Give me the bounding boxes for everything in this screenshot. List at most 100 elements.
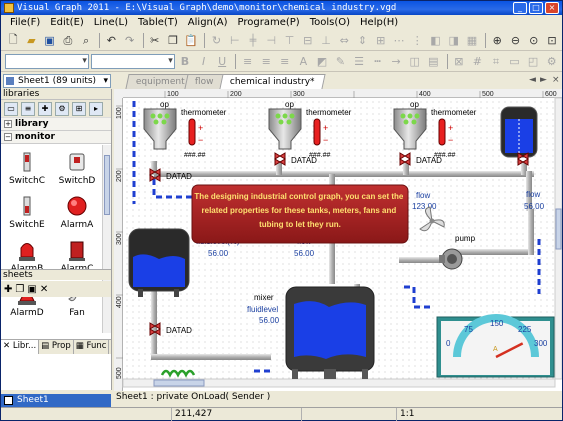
copy-icon[interactable]: ❐ — [165, 32, 181, 49]
tab-close-icon[interactable]: × — [552, 75, 560, 85]
save-icon[interactable]: ▣ — [42, 32, 58, 49]
align-left-icon[interactable]: ⊢ — [227, 32, 243, 49]
info-callout[interactable]: The designing industrial control graph, … — [191, 184, 409, 244]
menu-align[interactable]: Align(A) — [183, 15, 233, 31]
layer-icon[interactable]: ◰ — [525, 53, 542, 70]
tab-next-icon[interactable]: ► — [540, 75, 547, 85]
tab-chemical-industry[interactable]: chemical industry* — [219, 74, 326, 89]
print-icon[interactable]: ⎙ — [60, 32, 76, 49]
add-sheet-icon[interactable]: ✚ — [4, 284, 12, 295]
send-back-icon[interactable]: ◨ — [446, 32, 462, 49]
category-library[interactable]: + library — [1, 118, 111, 131]
align-bottom-icon[interactable]: ⊥ — [318, 32, 334, 49]
menu-file[interactable]: File(F) — [5, 15, 45, 31]
text-align-left-icon[interactable]: ≡ — [239, 53, 256, 70]
italic-icon[interactable]: I — [195, 53, 212, 70]
title-bar[interactable]: Visual Graph 2011 - E:\Visual Graph\demo… — [1, 1, 562, 15]
arrow-style-icon[interactable]: → — [388, 53, 405, 70]
underline-icon[interactable]: U — [214, 53, 231, 70]
canvas-hscroll-thumb[interactable] — [153, 379, 205, 387]
line-style-icon[interactable]: ┅ — [369, 53, 386, 70]
library-tree-icon[interactable]: ⊞ — [72, 101, 86, 116]
thermometer-3[interactable] — [438, 118, 446, 146]
lib-item-switchd[interactable]: SwitchD — [53, 151, 101, 193]
text-color-icon[interactable]: A — [295, 53, 312, 70]
font-size-combo[interactable] — [90, 54, 175, 69]
collapse-icon[interactable]: − — [4, 133, 12, 141]
paste-sheet-icon[interactable]: ▣ — [27, 284, 36, 295]
menu-programe[interactable]: Programe(P) — [233, 15, 305, 31]
tab-properties[interactable]: ▤ Prop — [39, 340, 74, 354]
chevron-down-icon[interactable]: ▾ — [103, 75, 108, 87]
sheet-list-item[interactable]: Sheet1 — [1, 394, 111, 407]
open-folder-icon[interactable]: ▰ — [23, 32, 39, 49]
thermometer-2[interactable] — [313, 118, 321, 146]
font-name-combo[interactable] — [5, 54, 89, 69]
bold-icon[interactable]: B — [177, 53, 194, 70]
tab-libraries[interactable]: ✕ Libr... — [1, 340, 40, 354]
vspace-icon[interactable]: ⋮ — [409, 32, 425, 49]
zoom-fit-icon[interactable]: ⊙ — [526, 32, 542, 49]
gradient-icon[interactable]: ▤ — [425, 53, 442, 70]
menu-help[interactable]: Help(H) — [355, 15, 403, 31]
library-view-icon[interactable]: ▭ — [4, 101, 18, 116]
properties-icon[interactable]: ⚙ — [543, 53, 560, 70]
tab-functions[interactable]: ▦ Func — [74, 340, 110, 354]
same-height-icon[interactable]: ⇕ — [354, 32, 370, 49]
library-settings-icon[interactable]: ⚙ — [55, 101, 69, 116]
cut-icon[interactable]: ✂ — [147, 32, 163, 49]
scrollbar-thumb[interactable] — [104, 155, 110, 215]
tab-prev-icon[interactable]: ◄ — [529, 75, 536, 85]
rotate-icon[interactable]: ↻ — [208, 32, 224, 49]
zoom-out-icon[interactable]: ⊖ — [507, 32, 523, 49]
group-icon[interactable]: ▦ — [464, 32, 480, 49]
align-top-icon[interactable]: ⊤ — [281, 32, 297, 49]
menu-line[interactable]: Line(L) — [89, 15, 133, 31]
snap-icon[interactable]: ⌗ — [488, 53, 505, 70]
delete-sheet-icon[interactable]: ✕ — [40, 284, 48, 295]
undo-icon[interactable]: ↶ — [103, 32, 119, 49]
diagram-canvas[interactable]: 100 200 300 400 500 600 100 200 300 400 … — [114, 89, 562, 391]
thermometer-1[interactable] — [188, 118, 196, 146]
fill-color-icon[interactable]: ◩ — [314, 53, 331, 70]
redo-icon[interactable]: ↷ — [121, 32, 137, 49]
zoom-in-icon[interactable]: ⊕ — [489, 32, 505, 49]
ruler-icon[interactable]: ▭ — [506, 53, 523, 70]
line-width-icon[interactable]: ☰ — [351, 53, 368, 70]
align-right-icon[interactable]: ⊣ — [263, 32, 279, 49]
tab-flow[interactable]: flow — [184, 74, 225, 89]
menu-edit[interactable]: Edit(E) — [45, 15, 89, 31]
line-color-icon[interactable]: ✎ — [332, 53, 349, 70]
expand-icon[interactable]: + — [4, 120, 12, 128]
tank-right[interactable] — [500, 106, 538, 158]
lib-item-switchc[interactable]: SwitchC — [3, 151, 51, 193]
sheet-selector[interactable]: Sheet1 (89 units) ▾ — [3, 74, 111, 88]
new-file-icon[interactable]: 🗋 — [5, 32, 21, 49]
canvas-vscroll-thumb[interactable] — [555, 208, 562, 250]
text-align-right-icon[interactable]: ≡ — [277, 53, 294, 70]
library-add-icon[interactable]: ✚ — [38, 101, 52, 116]
align-middle-icon[interactable]: ⊟ — [300, 32, 316, 49]
menu-table[interactable]: Table(T) — [133, 15, 183, 31]
maximize-button[interactable]: □ — [529, 2, 543, 14]
library-scrollbar[interactable] — [102, 145, 111, 333]
lock-icon[interactable]: ⊠ — [451, 53, 468, 70]
copy-sheet-icon[interactable]: ❐ — [15, 284, 24, 295]
menu-tools[interactable]: Tools(O) — [305, 15, 355, 31]
close-button[interactable]: × — [545, 2, 559, 14]
align-center-icon[interactable]: ╪ — [245, 32, 261, 49]
shadow-icon[interactable]: ◫ — [406, 53, 423, 70]
same-width-icon[interactable]: ⇔ — [336, 32, 352, 49]
lib-item-alarma[interactable]: AlarmA — [53, 195, 101, 237]
minimize-button[interactable]: _ — [513, 2, 527, 14]
paste-icon[interactable]: 📋 — [183, 32, 199, 49]
ammeter-gauge[interactable]: 0 75 150 225 300 A — [436, 314, 555, 378]
grid-icon[interactable]: # — [469, 53, 486, 70]
library-list-icon[interactable]: ≡ — [21, 101, 35, 116]
lib-item-switche[interactable]: SwitchE — [3, 195, 51, 237]
hspace-icon[interactable]: ⋯ — [391, 32, 407, 49]
print-preview-icon[interactable]: ⌕ — [78, 32, 94, 49]
category-monitor[interactable]: − monitor — [1, 131, 111, 144]
bring-front-icon[interactable]: ◧ — [427, 32, 443, 49]
zoom-actual-icon[interactable]: ⊡ — [544, 32, 560, 49]
